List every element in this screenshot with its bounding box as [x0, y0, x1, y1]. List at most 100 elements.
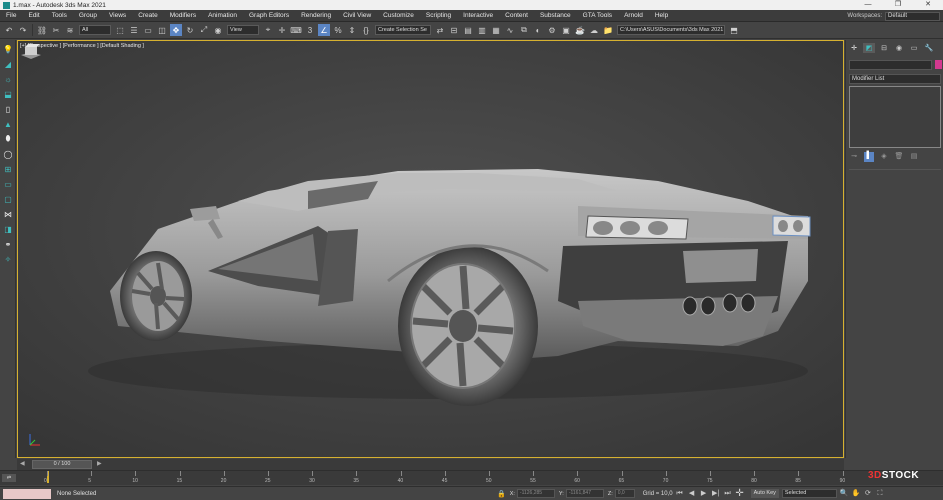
toggle-layer-explorer-icon[interactable]: ▥ — [476, 24, 488, 36]
snaps-toggle-icon[interactable]: 3 — [304, 24, 316, 36]
angle-snap-icon[interactable]: ∠ — [318, 24, 330, 36]
select-rotate-icon[interactable]: ↻ — [184, 24, 196, 36]
material-editor-icon[interactable]: ◐ — [532, 24, 544, 36]
menu-modifiers[interactable]: Modifiers — [164, 12, 202, 19]
menu-substance[interactable]: Substance — [534, 12, 577, 19]
menu-help[interactable]: Help — [649, 12, 674, 19]
menu-gta-tools[interactable]: GTA Tools — [577, 12, 618, 19]
menu-file[interactable]: File — [0, 12, 22, 19]
curve-editor-icon[interactable]: ∿ — [504, 24, 516, 36]
mirror-icon[interactable]: ⇄ — [434, 24, 446, 36]
menu-rendering[interactable]: Rendering — [295, 12, 337, 19]
orbit-icon[interactable]: ⟳ — [863, 489, 873, 498]
align-icon[interactable]: ⊟ — [448, 24, 460, 36]
project-path-select[interactable]: C:\Users\ASUS\Documents\3ds Max 2021 — [617, 25, 725, 35]
prev-key-icon[interactable]: ◀ — [687, 489, 697, 498]
menu-create[interactable]: Create — [132, 12, 164, 19]
set-project-icon[interactable]: ⬒ — [728, 24, 740, 36]
maximize-viewport-icon[interactable]: ⛶ — [875, 489, 885, 498]
menu-views[interactable]: Views — [103, 12, 132, 19]
key-filter-select[interactable]: Selected — [781, 489, 837, 498]
bind-space-warp-icon[interactable]: ≋ — [64, 24, 76, 36]
modifier-stack[interactable] — [849, 86, 941, 148]
remove-modifier-icon[interactable]: 🗑 — [894, 152, 904, 162]
menu-interactive[interactable]: Interactive — [457, 12, 499, 19]
menu-tools[interactable]: Tools — [46, 12, 73, 19]
play-icon[interactable]: ▶ — [699, 489, 709, 498]
viewcube-icon[interactable] — [18, 41, 44, 61]
track-bar[interactable]: ⇄ 0 5 10 15 20 25 30 35 40 45 50 55 60 65 70 75 80 85 90 — [0, 470, 943, 485]
percent-snap-icon[interactable]: % — [332, 24, 344, 36]
y-coordinate-field[interactable]: -1161,847 — [565, 489, 604, 498]
named-selection-set-select[interactable]: Create Selection Se — [375, 25, 431, 35]
render-production-icon[interactable]: ☕ — [574, 24, 586, 36]
select-manipulate-icon[interactable]: ✛ — [276, 24, 288, 36]
sphere-icon[interactable]: ◯ — [2, 148, 14, 160]
show-end-result-icon[interactable]: ▌ — [864, 152, 874, 162]
menu-content[interactable]: Content — [499, 12, 534, 19]
menu-graph-editors[interactable]: Graph Editors — [243, 12, 295, 19]
go-to-end-icon[interactable]: ⏭ — [723, 489, 733, 498]
create-light-icon[interactable]: 💡 — [2, 43, 14, 55]
menu-edit[interactable]: Edit — [22, 12, 45, 19]
motion-tab-icon[interactable]: ◉ — [893, 43, 905, 53]
modify-tab-icon[interactable]: ◩ — [863, 43, 875, 53]
spinner-snap-icon[interactable]: ⇕ — [346, 24, 358, 36]
go-to-start-icon[interactable]: ⏮ — [675, 489, 685, 498]
selection-filter-select[interactable]: All — [79, 25, 111, 35]
configure-modifier-sets-icon[interactable]: ▤ — [909, 152, 919, 162]
make-unique-icon[interactable]: ◈ — [879, 152, 889, 162]
hierarchy-tab-icon[interactable]: ⊟ — [878, 43, 890, 53]
utilities-tab-icon[interactable]: 🔧 — [923, 43, 935, 53]
pan-icon[interactable]: ✋ — [851, 489, 861, 498]
frame-icon[interactable]: ▢ — [2, 193, 14, 205]
add-time-tag-icon[interactable]: ✛ — [735, 489, 745, 499]
cylinder-icon[interactable]: ⬮ — [2, 133, 14, 145]
mini-curve-editor-button[interactable]: ⇄ — [2, 474, 16, 482]
unlink-icon[interactable]: ✂ — [50, 24, 62, 36]
create-camera-icon[interactable]: ◢ — [2, 58, 14, 70]
object-color-swatch[interactable] — [935, 60, 942, 69]
time-slider-knob[interactable]: 0 / 100 — [32, 460, 92, 469]
create-tab-icon[interactable]: ✛ — [848, 43, 860, 53]
workspaces-select[interactable]: Default — [885, 11, 940, 21]
menu-arnold[interactable]: Arnold — [618, 12, 649, 19]
schematic-view-icon[interactable]: ⧉ — [518, 24, 530, 36]
network-icon[interactable]: ⋈ — [2, 208, 14, 220]
rectangular-selection-icon[interactable]: ▭ — [142, 24, 154, 36]
pin-stack-icon[interactable]: ⊸ — [849, 152, 859, 162]
select-scale-icon[interactable]: ⤢ — [198, 24, 210, 36]
menu-animation[interactable]: Animation — [202, 12, 243, 19]
modifier-list-select[interactable]: Modifier List — [849, 74, 941, 84]
select-object-icon[interactable]: ⬚ — [114, 24, 126, 36]
time-slider[interactable]: ◀ 0 / 100 ▶ — [17, 459, 844, 470]
object-name-field[interactable] — [849, 60, 932, 70]
restore-button[interactable]: ❐ — [883, 0, 913, 10]
next-key-icon[interactable]: ▶| — [711, 489, 721, 498]
x-coordinate-field[interactable]: -1126,285 — [516, 489, 555, 498]
lock-selection-icon[interactable]: 🔒 — [497, 490, 506, 498]
toggle-ribbon-icon[interactable]: ▦ — [490, 24, 502, 36]
maxscript-listener-box[interactable] — [3, 488, 51, 499]
bulb-icon[interactable]: ✧ — [2, 253, 14, 265]
select-move-icon[interactable]: ✥ — [170, 24, 182, 36]
render-setup-icon[interactable]: ⚙ — [546, 24, 558, 36]
perspective-viewport[interactable]: [+] [Perspective ] [Performance ] [Defau… — [17, 40, 844, 458]
rendered-frame-window-icon[interactable]: ▣ — [560, 24, 572, 36]
menu-scripting[interactable]: Scripting — [420, 12, 457, 19]
helper-icon[interactable]: ⬓ — [2, 88, 14, 100]
prev-frame-icon[interactable]: ◀ — [20, 460, 25, 467]
toggle-scene-explorer-icon[interactable]: ▤ — [462, 24, 474, 36]
zoom-icon[interactable]: 🔍 — [839, 489, 849, 498]
redo-icon[interactable]: ↷ — [17, 24, 29, 36]
grid-icon[interactable]: ⊞ — [2, 163, 14, 175]
menu-group[interactable]: Group — [73, 12, 103, 19]
geometry-icon[interactable]: ▲ — [2, 118, 14, 130]
z-coordinate-field[interactable]: 0,0 — [614, 489, 635, 498]
next-frame-icon[interactable]: ▶ — [97, 460, 102, 467]
select-by-name-icon[interactable]: ☰ — [128, 24, 140, 36]
reference-coordinate-select[interactable]: View — [227, 25, 259, 35]
window-crossing-icon[interactable]: ◫ — [156, 24, 168, 36]
select-place-icon[interactable]: ◉ — [212, 24, 224, 36]
edit-named-selection-icon[interactable]: {} — [360, 24, 372, 36]
